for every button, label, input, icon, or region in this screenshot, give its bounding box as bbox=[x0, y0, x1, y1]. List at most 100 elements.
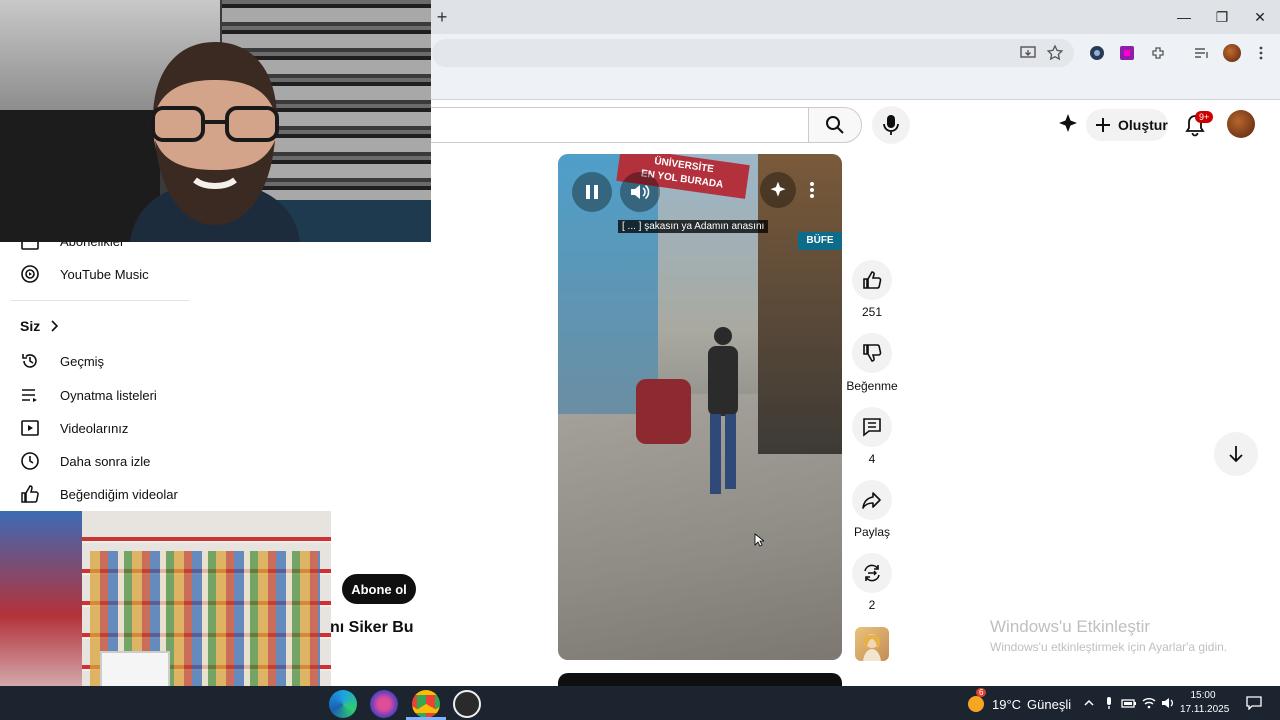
thumbs-up-icon bbox=[863, 271, 882, 289]
youtube-music-icon bbox=[21, 265, 39, 283]
dislike-label: Beğenme bbox=[846, 379, 898, 393]
video-shop-sign: BÜFE bbox=[798, 232, 842, 250]
like-count: 251 bbox=[861, 305, 883, 319]
mouse-cursor-icon bbox=[754, 533, 764, 547]
bookmark-star-icon[interactable] bbox=[1046, 44, 1064, 62]
clock-time: 15:00 bbox=[1190, 690, 1216, 701]
dislike-button[interactable] bbox=[852, 333, 892, 373]
next-video-button[interactable] bbox=[1214, 432, 1258, 476]
voice-search-button[interactable] bbox=[872, 106, 910, 144]
volume-button[interactable] bbox=[620, 172, 660, 212]
pause-button[interactable] bbox=[572, 172, 612, 212]
chrome-icon[interactable] bbox=[412, 690, 440, 718]
clock-date: 17.11.2025 bbox=[1180, 704, 1230, 715]
plus-icon bbox=[1096, 118, 1110, 132]
sidebar-item-history[interactable]: Geçmiş bbox=[0, 344, 190, 378]
search-icon bbox=[826, 116, 844, 134]
create-label: Oluştur bbox=[1118, 117, 1168, 133]
thumbs-down-icon bbox=[863, 344, 882, 362]
sidebar-item-label: Beğendiğim videolar bbox=[60, 486, 178, 502]
video-more-button[interactable] bbox=[802, 172, 822, 208]
video-person bbox=[708, 327, 738, 494]
wifi-icon[interactable] bbox=[1142, 696, 1156, 710]
taskbar-clock[interactable]: 15:00 17.11.2025 bbox=[1180, 689, 1230, 717]
sidebar-item-label: Oynatma listeleri bbox=[60, 387, 157, 403]
sidebar-item-youtube-music[interactable]: YouTube Music bbox=[0, 257, 190, 291]
recorder-icon[interactable] bbox=[453, 690, 481, 718]
restore-button[interactable]: ❐ bbox=[1210, 6, 1234, 28]
extension-globe-icon[interactable] bbox=[1088, 44, 1106, 62]
your-videos-icon bbox=[21, 420, 39, 436]
search-input[interactable] bbox=[420, 107, 810, 143]
media-controls-icon[interactable] bbox=[1193, 44, 1211, 62]
sidebar-section-you[interactable]: Siz bbox=[20, 318, 59, 334]
share-label: Paylaş bbox=[853, 525, 891, 539]
webcam-person bbox=[130, 42, 300, 242]
activation-watermark-title: Windows'u Etkinleştir bbox=[990, 617, 1151, 636]
history-icon bbox=[22, 354, 37, 368]
video-caption: [ ... ] şakasın ya Adamın anasını bbox=[618, 220, 769, 233]
new-tab-button[interactable]: + bbox=[432, 7, 452, 27]
share-icon bbox=[862, 492, 881, 509]
sidebar-divider bbox=[10, 300, 190, 301]
create-button[interactable]: Oluştur bbox=[1086, 109, 1168, 141]
weather-condition: Güneşli bbox=[1027, 696, 1072, 712]
search-button[interactable] bbox=[808, 107, 862, 143]
weather-widget[interactable]: 6 19°C Güneşli bbox=[966, 688, 1072, 714]
subscribe-button[interactable]: Abone ol bbox=[342, 574, 416, 604]
battery-icon[interactable] bbox=[1121, 696, 1136, 710]
watch-later-icon bbox=[21, 452, 39, 470]
notification-center-icon[interactable] bbox=[1246, 696, 1262, 711]
webcam-overlay-top bbox=[0, 0, 431, 242]
video-title: nı Siker Bu bbox=[330, 619, 414, 636]
close-button[interactable]: ✕ bbox=[1248, 6, 1272, 28]
playlists-icon bbox=[22, 389, 37, 402]
sparkle-icon bbox=[770, 181, 786, 197]
volume-icon bbox=[631, 184, 650, 200]
shorts-video-player[interactable]: ÜNİVERSİTE EN YOL BURADA BÜFE [ ... ] şa… bbox=[558, 154, 842, 660]
comment-count: 4 bbox=[868, 452, 876, 466]
remix-button[interactable] bbox=[852, 553, 892, 593]
extension-purple-icon[interactable] bbox=[1118, 44, 1136, 62]
tray-overflow-icon[interactable] bbox=[1082, 696, 1096, 710]
sidebar-item-playlists[interactable]: Oynatma listeleri bbox=[0, 378, 190, 412]
section-title: Siz bbox=[20, 318, 41, 334]
video-sparkle-button[interactable] bbox=[760, 172, 796, 208]
account-avatar[interactable] bbox=[1227, 110, 1255, 138]
edge-icon[interactable] bbox=[329, 690, 357, 718]
sidebar-item-label: Videolarınız bbox=[60, 420, 129, 436]
like-button[interactable] bbox=[852, 260, 892, 300]
sidebar-item-label: Daha sonra izle bbox=[60, 453, 151, 469]
remix-icon bbox=[864, 564, 880, 582]
sidebar-item-liked-videos[interactable]: Beğendiğim videolar bbox=[0, 477, 190, 511]
sidebar-item-your-videos[interactable]: Videolarınız bbox=[0, 411, 190, 445]
video-scooter bbox=[636, 379, 691, 444]
extensions-icon[interactable] bbox=[1149, 44, 1167, 62]
remix-count: 2 bbox=[868, 598, 876, 612]
minimize-button[interactable]: — bbox=[1172, 6, 1196, 28]
app-icon[interactable] bbox=[370, 690, 398, 718]
profile-avatar[interactable] bbox=[1223, 44, 1241, 62]
speaker-icon[interactable] bbox=[1161, 696, 1175, 710]
liked-videos-icon bbox=[21, 485, 39, 503]
weather-sun-icon bbox=[968, 696, 984, 712]
mic-icon bbox=[883, 115, 899, 135]
more-vert-icon bbox=[810, 182, 814, 198]
comment-icon bbox=[863, 418, 881, 437]
share-button[interactable] bbox=[852, 480, 892, 520]
microphone-tray-icon[interactable] bbox=[1102, 696, 1116, 710]
notification-badge: 9+ bbox=[1195, 111, 1214, 123]
sparkle-icon[interactable] bbox=[1056, 112, 1080, 136]
sidebar-item-watch-later[interactable]: Daha sonra izle bbox=[0, 444, 190, 478]
browser-menu-icon[interactable] bbox=[1252, 44, 1270, 62]
install-app-icon[interactable] bbox=[1019, 44, 1037, 62]
sound-thumbnail[interactable] bbox=[855, 627, 889, 661]
sidebar-item-label: Geçmiş bbox=[60, 353, 105, 369]
sidebar-item-label: YouTube Music bbox=[60, 266, 149, 282]
chevron-right-icon bbox=[51, 320, 59, 332]
activation-watermark-subtitle: Windows'u etkinleştirmek için Ayarlar'a … bbox=[990, 640, 1228, 654]
comments-button[interactable] bbox=[852, 407, 892, 447]
address-bar[interactable] bbox=[432, 39, 1074, 67]
arrow-down-icon bbox=[1229, 446, 1243, 463]
temperature: 19°C bbox=[992, 696, 1022, 712]
